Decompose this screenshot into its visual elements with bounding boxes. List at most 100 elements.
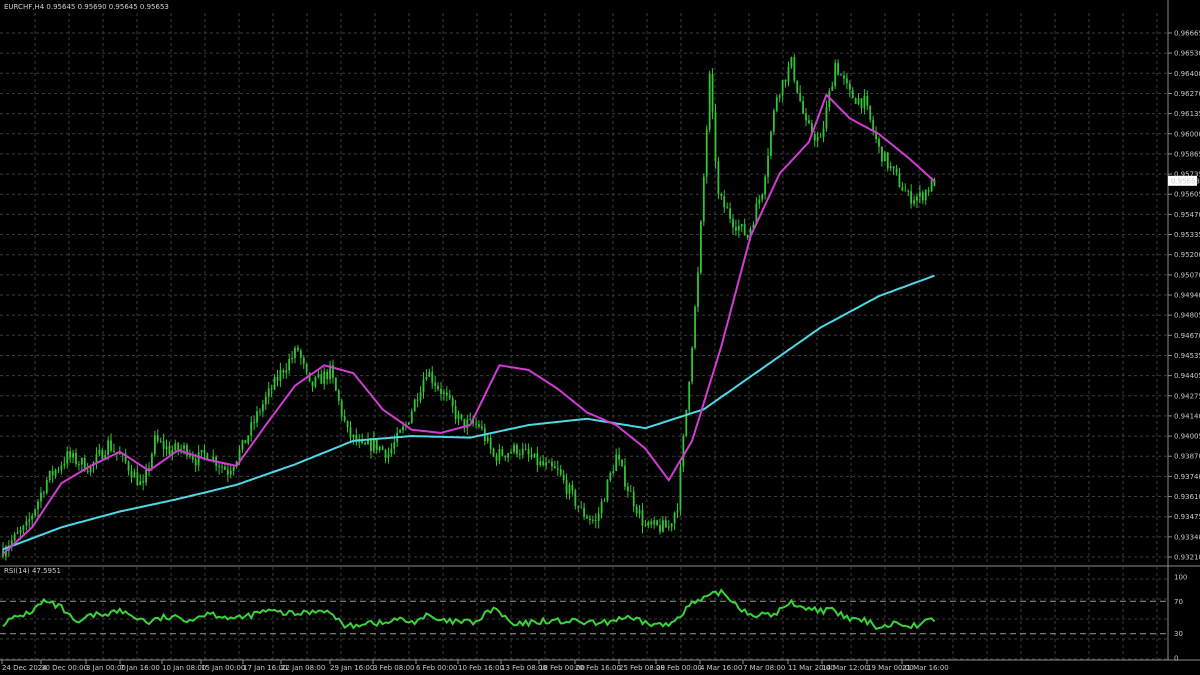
candle-body (270, 388, 273, 390)
candle-body (507, 453, 510, 458)
candle-body (886, 152, 889, 168)
candle-body (624, 465, 626, 487)
candle-body (513, 444, 515, 452)
candle-body (694, 306, 696, 348)
candle-body (72, 453, 74, 458)
candle-body (86, 470, 89, 473)
candle-body (863, 96, 866, 109)
candle-body (475, 423, 477, 425)
candle-body (536, 453, 539, 466)
candle-body (162, 441, 165, 450)
price-tick-label: 0.96665 (1174, 30, 1200, 38)
candle-body (183, 445, 185, 449)
candle-body (282, 370, 285, 373)
candle-body (478, 424, 480, 427)
candle-body (521, 448, 524, 455)
time-tick-label: 28 Feb 00:00 (656, 664, 702, 672)
candle-body (691, 347, 694, 382)
candle-body (644, 525, 647, 527)
candle-body (402, 426, 404, 431)
candle-body (60, 465, 63, 470)
price-tick-label: 0.96000 (1174, 130, 1200, 138)
candle-body (13, 533, 16, 541)
trading-chart[interactable]: 0.96665 0.96530 0.96400 0.96270 0.96135 0.960… (0, 0, 1200, 675)
candle-body (916, 196, 918, 201)
candle-body (320, 374, 323, 384)
price-tick-label: 0.94535 (1174, 352, 1200, 360)
price-tick-label: 0.94670 (1174, 332, 1200, 340)
candle-body (802, 100, 804, 114)
candle-body (685, 409, 688, 436)
candle-body (589, 518, 591, 520)
candle-body (869, 105, 872, 120)
candle-body (34, 509, 37, 516)
candle-body (48, 470, 51, 480)
candle-body (772, 110, 775, 132)
candle-body (127, 461, 130, 471)
candle-body (746, 235, 749, 238)
candle-body (168, 446, 171, 455)
price-tick-label: 0.93340 (1174, 533, 1200, 541)
candle-body (244, 440, 247, 444)
candle-body (294, 348, 296, 358)
candle-body (562, 474, 565, 481)
candle-body (881, 146, 883, 162)
candle-body (495, 455, 498, 461)
candle-body (279, 370, 282, 381)
candle-body (37, 501, 39, 510)
candle-body (142, 481, 145, 483)
time-tick-label: 29 Jan 16:00 (330, 664, 374, 672)
candle-body (22, 525, 25, 531)
candle-body (291, 357, 293, 359)
candle-body (831, 85, 834, 91)
candle-body (95, 454, 98, 463)
candle-body (448, 395, 451, 398)
candle-body (699, 221, 702, 273)
candle-body (349, 427, 352, 438)
candle-body (241, 440, 244, 450)
candle-body (337, 390, 340, 401)
candle-body (422, 379, 425, 393)
candle-body (431, 372, 434, 383)
candle-body (454, 406, 457, 419)
time-tick-label: 10 Jan 08:00 (162, 664, 206, 672)
candle-body (407, 422, 410, 425)
candle-body (629, 491, 632, 492)
candle-body (25, 521, 28, 526)
candle-body (247, 435, 250, 444)
candle-body (641, 510, 644, 526)
candle-body (375, 438, 378, 451)
candle-body (568, 485, 571, 494)
candle-body (708, 74, 711, 130)
candle-body (907, 191, 910, 193)
time-tick-label: 6 Feb 00:00 (416, 664, 457, 672)
candle-body (591, 519, 594, 521)
candle-body (565, 480, 568, 494)
candle-body (764, 176, 767, 195)
rsi-tick-label: 100 (1174, 574, 1187, 582)
candle-body (443, 392, 445, 394)
candle-body (819, 136, 822, 138)
candle-body (334, 377, 337, 391)
candle-body (676, 510, 679, 513)
candle-body (226, 469, 229, 475)
candle-body (834, 63, 837, 86)
time-tick-label: 10 Feb 16:00 (458, 664, 504, 672)
price-tick-label: 0.96270 (1174, 90, 1200, 98)
candle-body (410, 411, 413, 423)
candle-body (910, 191, 913, 204)
price-tick-label: 0.95605 (1174, 191, 1200, 199)
candle-body (606, 479, 609, 501)
candle-body (428, 372, 431, 377)
candle-body (381, 446, 384, 450)
candle-body (221, 466, 223, 468)
candle-body (174, 443, 177, 450)
candle-body (317, 374, 320, 378)
candle-body (770, 131, 772, 156)
price-tick-label: 0.95865 (1174, 150, 1200, 158)
candle-body (825, 107, 828, 129)
candle-body (66, 451, 69, 464)
candle-body (784, 79, 787, 82)
candle-body (848, 83, 851, 91)
candle-body (895, 168, 898, 173)
